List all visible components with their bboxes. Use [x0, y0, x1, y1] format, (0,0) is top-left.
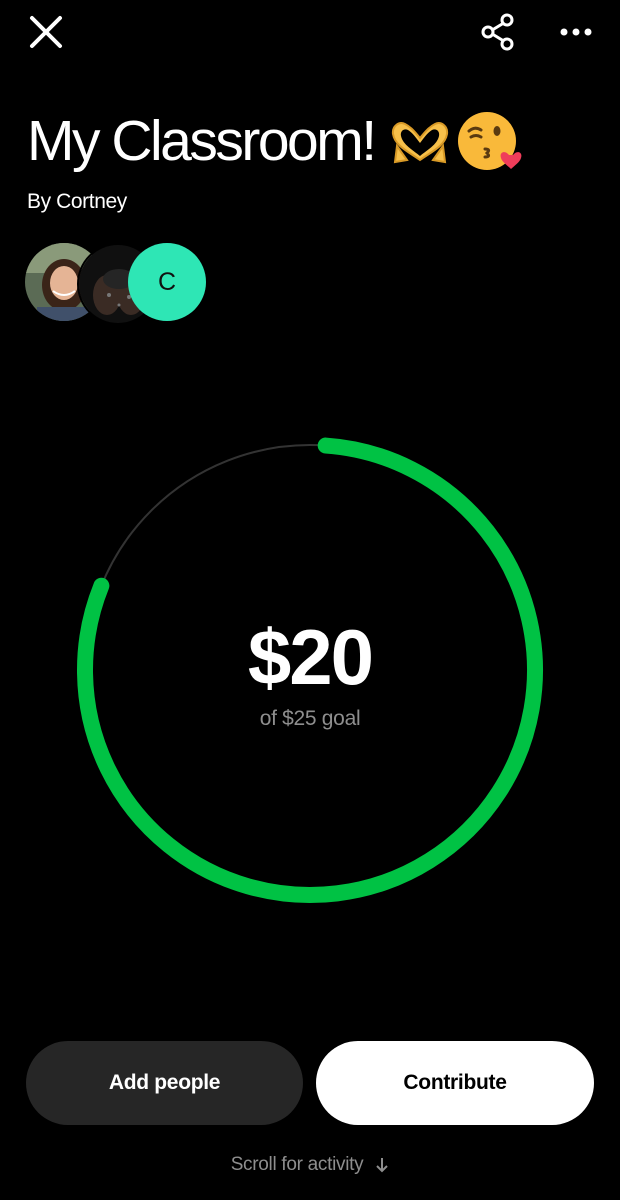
top-bar: [0, 0, 620, 70]
arrow-down-icon: [376, 1158, 389, 1173]
avatar-group[interactable]: C: [25, 243, 225, 325]
share-button[interactable]: [472, 8, 524, 56]
avatar-initial-letter: C: [157, 267, 177, 296]
amount-raised: $20: [247, 613, 374, 701]
contribute-button[interactable]: Contribute: [316, 1041, 594, 1125]
add-people-button[interactable]: Add people: [26, 1041, 303, 1125]
scroll-hint[interactable]: Scroll for activity: [0, 1154, 620, 1176]
more-horizontal-icon: [560, 28, 592, 36]
close-icon: [30, 16, 62, 48]
face-blowing-kiss-emoji-icon: [457, 112, 521, 170]
avatar-initial[interactable]: C: [128, 243, 206, 321]
scroll-hint-label: Scroll for activity: [230, 1154, 364, 1175]
goal-text: of $25 goal: [259, 707, 361, 730]
title-row: My Classroom!: [27, 106, 525, 176]
heart-hands-emoji-icon: [391, 122, 448, 164]
title-emojis: [387, 109, 525, 173]
byline: By Cortney: [27, 190, 127, 213]
share-icon: [481, 13, 514, 51]
close-button[interactable]: [20, 8, 72, 56]
more-options-button[interactable]: [550, 8, 602, 56]
page-title: My Classroom!: [27, 109, 377, 173]
